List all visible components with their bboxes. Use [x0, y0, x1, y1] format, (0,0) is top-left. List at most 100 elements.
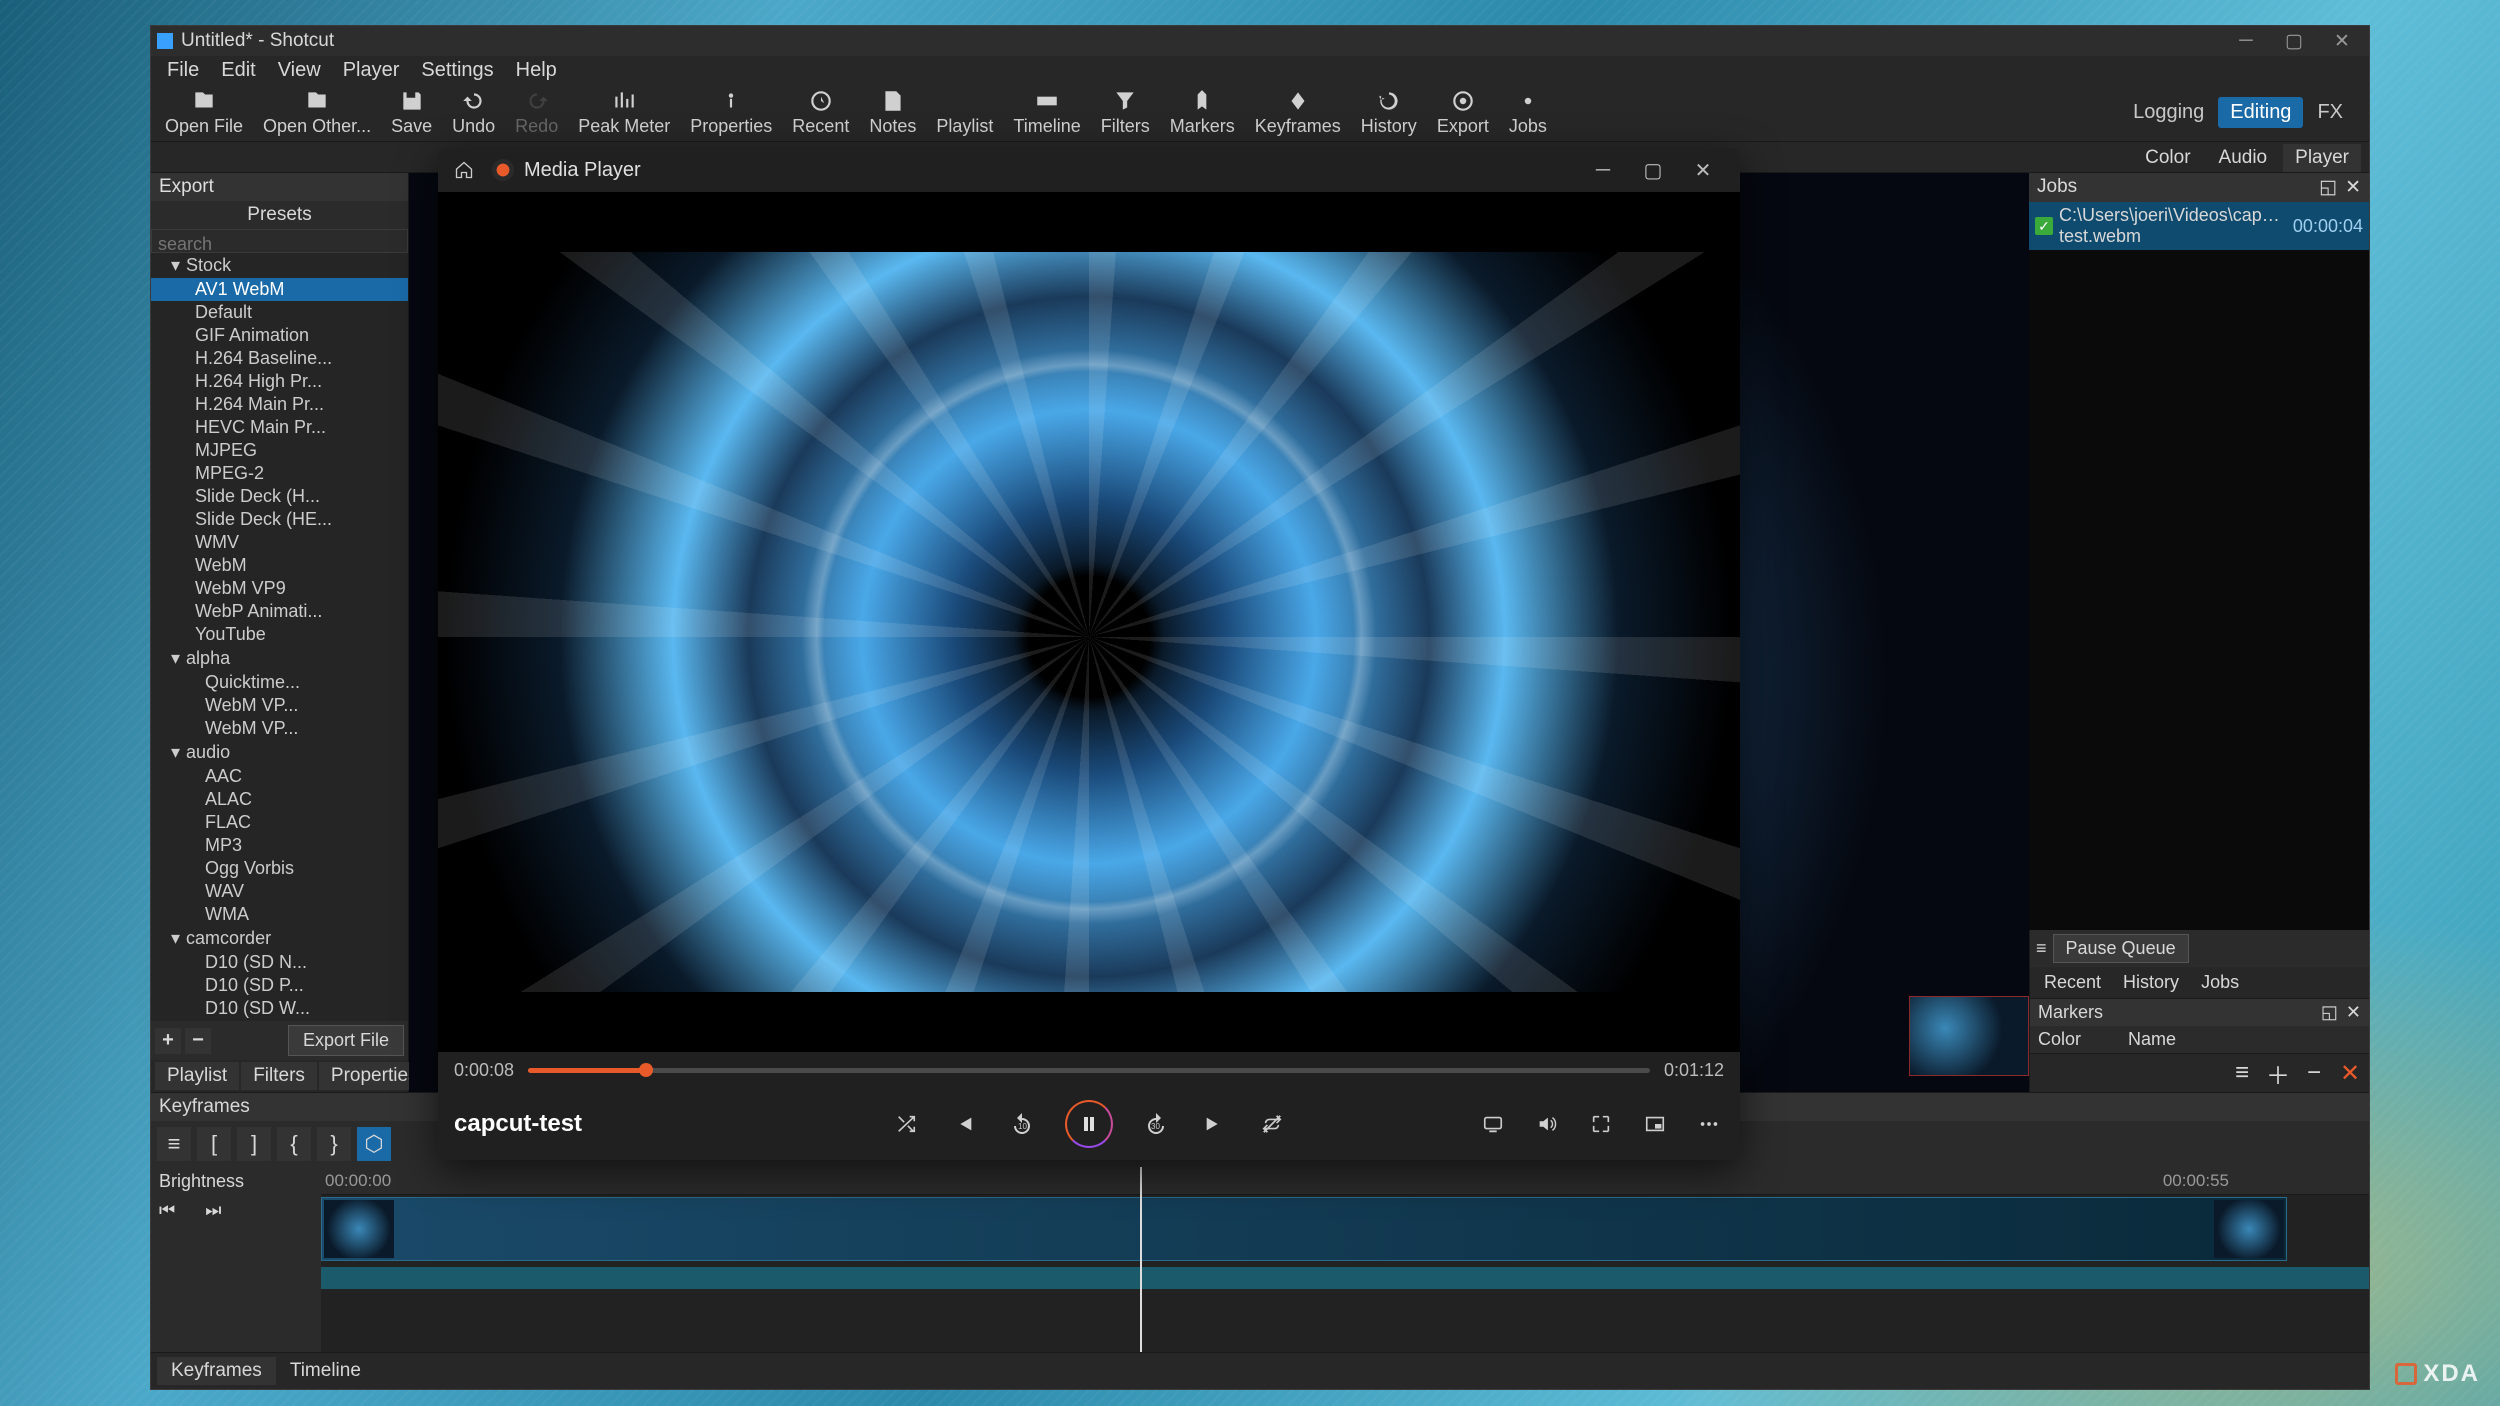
tool-filters[interactable]: Filters — [1091, 86, 1160, 139]
tree-item[interactable]: WebM — [151, 554, 408, 577]
tree-group-audio[interactable]: ▾ audio — [151, 740, 408, 765]
tree-item[interactable]: D10 (SD P... — [151, 974, 408, 997]
tree-item[interactable]: H.264 Main Pr... — [151, 393, 408, 416]
markers-close-icon[interactable]: ✕ — [2346, 1002, 2361, 1023]
tree-item[interactable]: AAC — [151, 765, 408, 788]
tree-item[interactable]: WebM VP... — [151, 694, 408, 717]
mp-cast-button[interactable] — [1478, 1109, 1508, 1139]
subtab-player[interactable]: Player — [2283, 144, 2361, 172]
mp-home-button[interactable] — [450, 156, 478, 184]
tree-item[interactable]: WMA — [151, 903, 408, 926]
tree-group-stock[interactable]: ▾ Stock — [151, 253, 408, 278]
tool-export[interactable]: Export — [1427, 86, 1499, 139]
tree-item[interactable]: MP3 — [151, 834, 408, 857]
mp-video-area[interactable] — [438, 192, 1740, 1052]
tree-item[interactable]: D10 (SD N... — [151, 951, 408, 974]
mp-forward-30-button[interactable]: 30 — [1141, 1109, 1171, 1139]
kf-close-brace[interactable]: } — [317, 1127, 351, 1161]
mp-seek-bar[interactable] — [528, 1068, 1650, 1073]
tool-playlist[interactable]: Playlist — [926, 86, 1003, 139]
tree-item[interactable]: Ogg Vorbis — [151, 857, 408, 880]
timeline-menu-icon[interactable]: ≡ — [2227, 1058, 2257, 1088]
subtab-audio[interactable]: Audio — [2207, 144, 2280, 172]
tool-markers[interactable]: Markers — [1160, 86, 1245, 139]
tree-item[interactable]: Slide Deck (H... — [151, 485, 408, 508]
mp-pause-button[interactable] — [1065, 1100, 1113, 1148]
hamburger-icon[interactable]: ≡ — [2036, 938, 2047, 959]
tree-item[interactable]: WebM VP9 — [151, 577, 408, 600]
tool-timeline[interactable]: Timeline — [1003, 86, 1090, 139]
tree-item[interactable]: AV1 WebM — [151, 278, 408, 301]
tool-jobs[interactable]: Jobs — [1499, 86, 1557, 139]
lefttab-filters[interactable]: Filters — [241, 1062, 317, 1090]
kf-snap-button[interactable]: ⬡ — [357, 1127, 391, 1161]
export-file-button[interactable]: Export File — [288, 1025, 404, 1056]
preset-search[interactable] — [151, 229, 408, 253]
btab-keyframes[interactable]: Keyframes — [157, 1357, 276, 1385]
mp-volume-button[interactable] — [1532, 1109, 1562, 1139]
markers-col-color[interactable]: Color — [2030, 1026, 2120, 1053]
shotcut-minimize-button[interactable]: ─ — [2225, 28, 2267, 54]
mp-seek-thumb[interactable] — [639, 1063, 653, 1077]
tree-item[interactable]: WebP Animati... — [151, 600, 408, 623]
tree-item[interactable]: H.264 Baseline... — [151, 347, 408, 370]
tree-item[interactable]: HEVC Main Pr... — [151, 416, 408, 439]
preset-tree[interactable]: ▾ Stock AV1 WebM Default GIF Animation H… — [151, 253, 408, 1021]
subtab-color[interactable]: Color — [2133, 144, 2202, 172]
preset-add-button[interactable]: + — [155, 1028, 181, 1054]
kf-menu-icon[interactable]: ≡ — [157, 1127, 191, 1161]
mp-previous-button[interactable] — [949, 1109, 979, 1139]
kf-prev-button[interactable]: ⏮ — [159, 1200, 175, 1221]
kf-in-bracket[interactable]: [ — [197, 1127, 231, 1161]
jobs-close-icon[interactable]: ✕ — [2345, 176, 2361, 199]
tool-open-file[interactable]: Open File — [155, 86, 253, 139]
jobs-undock-icon[interactable]: ◱ — [2319, 176, 2337, 199]
mp-fullscreen-button[interactable] — [1586, 1109, 1616, 1139]
mp-maximize-button[interactable]: ▢ — [1628, 152, 1678, 188]
pause-queue-button[interactable]: Pause Queue — [2053, 934, 2189, 963]
tool-properties[interactable]: Properties — [680, 86, 782, 139]
job-row[interactable]: ✓ C:\Users\joeri\Videos\capcut-test.webm… — [2029, 202, 2369, 250]
tree-item[interactable]: Quicktime... — [151, 671, 408, 694]
mp-close-button[interactable]: ✕ — [1678, 152, 1728, 188]
clear-button[interactable]: ✕ — [2335, 1058, 2365, 1088]
mp-shuffle-button[interactable] — [891, 1109, 921, 1139]
tool-peak-meter[interactable]: Peak Meter — [568, 86, 680, 139]
menu-player[interactable]: Player — [333, 56, 410, 85]
kf-playhead[interactable] — [1140, 1167, 1142, 1352]
menu-edit[interactable]: Edit — [211, 56, 265, 85]
preset-remove-button[interactable]: − — [185, 1028, 211, 1054]
tree-item[interactable]: Slide Deck (HE... — [151, 508, 408, 531]
lefttab-playlist[interactable]: Playlist — [155, 1062, 239, 1090]
tree-item[interactable]: MPEG-2 — [151, 462, 408, 485]
tree-item[interactable]: YouTube — [151, 623, 408, 646]
kf-open-brace[interactable]: { — [277, 1127, 311, 1161]
tool-save[interactable]: Save — [381, 86, 442, 139]
tree-item[interactable]: ALAC — [151, 788, 408, 811]
tab-jobs[interactable]: Jobs — [2191, 969, 2249, 996]
mp-repeat-button[interactable] — [1257, 1109, 1287, 1139]
mp-next-button[interactable] — [1199, 1109, 1229, 1139]
btab-timeline[interactable]: Timeline — [276, 1357, 375, 1385]
tool-keyframes[interactable]: Keyframes — [1245, 86, 1351, 139]
markers-col-name[interactable]: Name — [2120, 1026, 2184, 1053]
tree-item[interactable]: FLAC — [151, 811, 408, 834]
kf-track-area[interactable]: 00:00:00 00:00:55 — [321, 1167, 2369, 1352]
mode-editing[interactable]: Editing — [2218, 97, 2303, 128]
tool-history[interactable]: History — [1351, 86, 1427, 139]
menu-settings[interactable]: Settings — [411, 56, 503, 85]
menu-file[interactable]: File — [157, 56, 209, 85]
mp-miniview-button[interactable] — [1640, 1109, 1670, 1139]
kf-next-button[interactable]: ⏭ — [205, 1200, 221, 1221]
markers-undock-icon[interactable]: ◱ — [2321, 1002, 2338, 1023]
tree-item[interactable]: D10 (SD W... — [151, 997, 408, 1020]
tree-item[interactable]: H.264 High Pr... — [151, 370, 408, 393]
mp-minimize-button[interactable]: ─ — [1578, 152, 1628, 188]
mp-more-button[interactable] — [1694, 1109, 1724, 1139]
tool-notes[interactable]: Notes — [859, 86, 926, 139]
mode-logging[interactable]: Logging — [2121, 97, 2216, 128]
tool-undo[interactable]: Undo — [442, 86, 505, 139]
tree-group-alpha[interactable]: ▾ alpha — [151, 646, 408, 671]
tree-item[interactable]: WAV — [151, 880, 408, 903]
tree-item[interactable]: Default — [151, 301, 408, 324]
